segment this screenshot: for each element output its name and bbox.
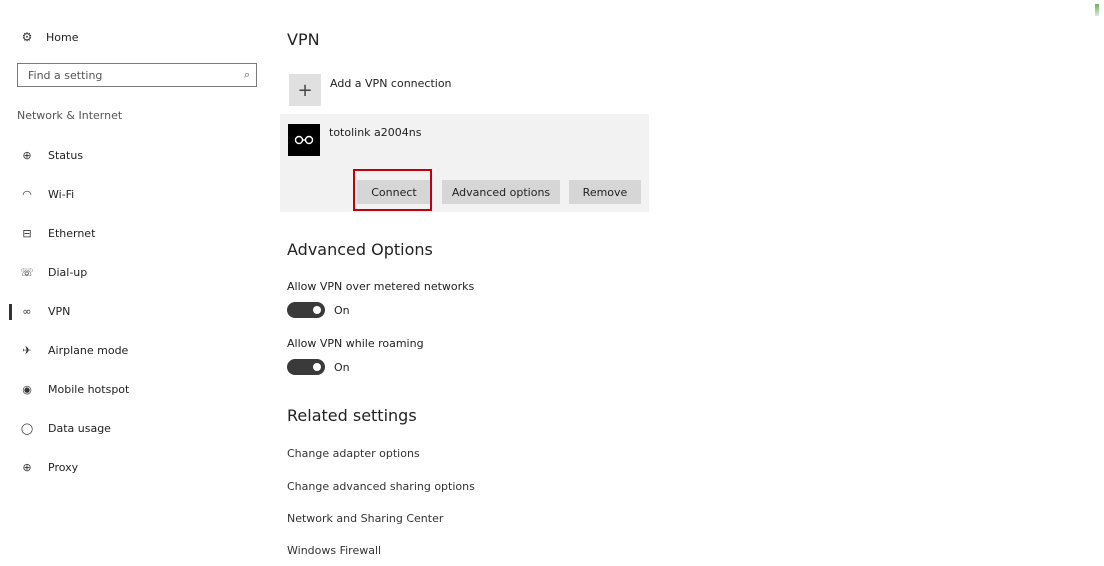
related-settings-heading: Related settings bbox=[287, 406, 417, 425]
connect-button[interactable]: Connect bbox=[357, 180, 431, 204]
sidebar-item-label: Wi-Fi bbox=[48, 188, 75, 201]
plus-icon: + bbox=[289, 74, 321, 106]
metered-toggle-state: On bbox=[334, 303, 350, 317]
metered-toggle-row[interactable]: On bbox=[287, 302, 350, 318]
toggle-knob bbox=[313, 363, 321, 371]
settings-window: ⚙ Home ⌕ Network & Internet ⊕ Status ◠ Wi-F… bbox=[0, 0, 1104, 566]
globe-status-icon: ⊕ bbox=[22, 149, 32, 162]
sidebar-item-label: VPN bbox=[48, 305, 71, 318]
metered-toggle[interactable] bbox=[287, 302, 325, 318]
change-advanced-sharing-link[interactable]: Change advanced sharing options bbox=[287, 480, 475, 493]
sidebar-item-dial-up[interactable]: ☏ Dial-up bbox=[0, 253, 270, 292]
windows-firewall-link[interactable]: Windows Firewall bbox=[287, 544, 381, 557]
add-vpn-connection-button[interactable]: + Add a VPN connection bbox=[289, 74, 452, 106]
sidebar-item-label: Status bbox=[48, 149, 84, 162]
advanced-options-button[interactable]: Advanced options bbox=[442, 180, 560, 204]
sidebar-item-label: Airplane mode bbox=[48, 344, 129, 357]
sidebar-item-label: Mobile hotspot bbox=[48, 383, 130, 396]
vpn-connection-name: totolink a2004ns bbox=[329, 126, 422, 139]
hotspot-icon: ◉ bbox=[22, 383, 32, 396]
airplane-icon: ✈ bbox=[22, 344, 32, 357]
sidebar-item-label: Data usage bbox=[48, 422, 111, 435]
wifi-icon: ◠ bbox=[22, 188, 32, 201]
change-adapter-options-link[interactable]: Change adapter options bbox=[287, 447, 420, 460]
vpn-icon: ∞ bbox=[22, 305, 32, 318]
sidebar-item-proxy[interactable]: ⊕ Proxy bbox=[0, 448, 270, 487]
network-sharing-center-link[interactable]: Network and Sharing Center bbox=[287, 512, 443, 525]
advanced-options-heading: Advanced Options bbox=[287, 240, 433, 259]
roaming-toggle-state: On bbox=[334, 360, 350, 374]
search-box[interactable]: ⌕ bbox=[17, 63, 257, 87]
sidebar: ⚙ Home ⌕ Network & Internet ⊕ Status ◠ Wi-F… bbox=[0, 0, 270, 566]
home-link[interactable]: ⚙ Home bbox=[20, 30, 79, 44]
sidebar-item-status[interactable]: ⊕ Status bbox=[0, 136, 270, 175]
sidebar-item-wi-fi[interactable]: ◠ Wi-Fi bbox=[0, 175, 270, 214]
main-content: VPN + Add a VPN connection totolink a200… bbox=[280, 0, 1080, 566]
sidebar-item-data-usage[interactable]: ◯ Data usage bbox=[0, 409, 270, 448]
sidebar-item-mobile-hotspot[interactable]: ◉ Mobile hotspot bbox=[0, 370, 270, 409]
data-usage-icon: ◯ bbox=[20, 422, 34, 435]
phone-icon: ☏ bbox=[20, 266, 34, 279]
search-icon[interactable]: ⌕ bbox=[244, 68, 250, 82]
sidebar-item-vpn[interactable]: ∞ VPN bbox=[0, 292, 270, 331]
ethernet-icon: ⊟ bbox=[22, 227, 32, 240]
sidebar-nav: ⊕ Status ◠ Wi-Fi ⊟ Ethernet ☏ Dial-up ∞ VPN ✈ Airpl… bbox=[0, 136, 270, 487]
corner-edge-mark bbox=[1095, 4, 1099, 16]
page-title: VPN bbox=[287, 30, 320, 49]
sidebar-item-label: Dial-up bbox=[48, 266, 88, 279]
proxy-icon: ⊕ bbox=[22, 461, 32, 474]
toggle-knob bbox=[313, 306, 321, 314]
section-label: Network & Internet bbox=[17, 109, 123, 122]
selection-indicator bbox=[9, 304, 12, 320]
home-gear-icon: ⚙ bbox=[21, 30, 33, 44]
roaming-toggle-row[interactable]: On bbox=[287, 359, 350, 375]
search-input[interactable] bbox=[28, 68, 218, 82]
sidebar-item-label: Proxy bbox=[48, 461, 79, 474]
roaming-option-label: Allow VPN while roaming bbox=[287, 337, 424, 350]
sidebar-item-airplane-mode[interactable]: ✈ Airplane mode bbox=[0, 331, 270, 370]
vpn-connection-icon bbox=[288, 124, 320, 156]
sidebar-item-label: Ethernet bbox=[48, 227, 96, 240]
remove-button[interactable]: Remove bbox=[569, 180, 641, 204]
roaming-toggle[interactable] bbox=[287, 359, 325, 375]
vpn-connection-card[interactable]: totolink a2004ns Connect Advanced option… bbox=[280, 114, 649, 212]
metered-option-label: Allow VPN over metered networks bbox=[287, 280, 475, 293]
add-vpn-label: Add a VPN connection bbox=[330, 77, 452, 90]
home-label: Home bbox=[46, 30, 79, 44]
sidebar-item-ethernet[interactable]: ⊟ Ethernet bbox=[0, 214, 270, 253]
